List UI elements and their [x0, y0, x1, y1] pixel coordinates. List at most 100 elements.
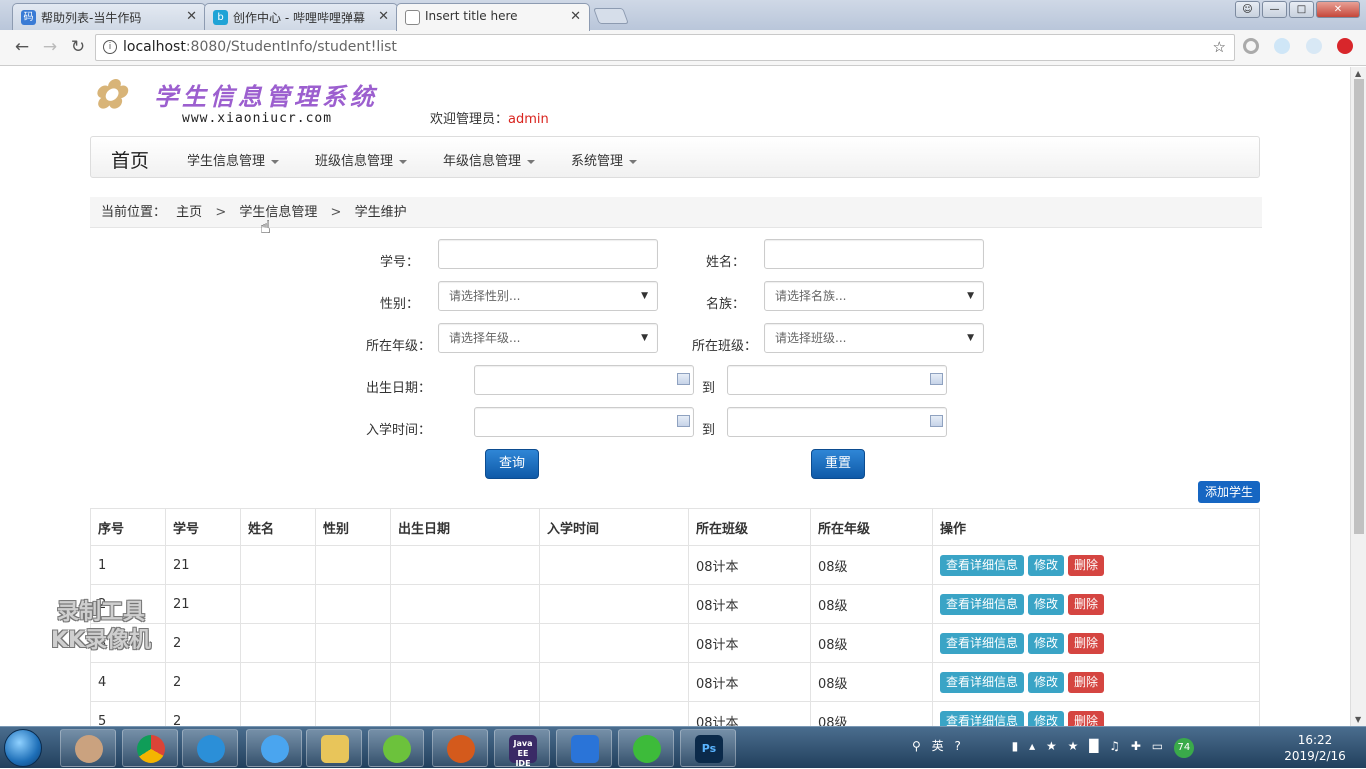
grade-select[interactable]: 请选择年级... ▼	[438, 323, 658, 353]
back-icon[interactable]: ←	[10, 37, 34, 57]
delete-button[interactable]: 删除	[1068, 593, 1105, 615]
battery-icon[interactable]: ▮	[1012, 739, 1019, 753]
nav-menu-system[interactable]: 系统管理	[571, 150, 638, 169]
class-select[interactable]: 请选择班级... ▼	[764, 323, 984, 353]
extension-cloud-icon[interactable]	[1306, 38, 1322, 54]
enroll-label: 入学时间：	[366, 423, 432, 438]
tray-badge[interactable]: 74	[1173, 738, 1194, 758]
volume-icon[interactable]: ♫	[1109, 739, 1120, 753]
enroll-end-input[interactable]	[727, 407, 947, 437]
user-icon[interactable]: ☺	[1235, 1, 1260, 18]
birth-end-input[interactable]	[727, 365, 947, 395]
ethnic-label: 名族：	[706, 297, 746, 312]
view-detail-button[interactable]: 查看详细信息	[940, 593, 1025, 615]
gender-select[interactable]: 请选择性别... ▼	[438, 281, 658, 311]
clipboard-icon[interactable]: ▭	[1152, 739, 1163, 753]
start-button[interactable]	[4, 729, 42, 767]
taskbar-app-photoshop[interactable]: Ps	[680, 729, 736, 767]
enroll-start-input[interactable]	[474, 407, 694, 437]
reset-button[interactable]: 重置	[811, 449, 865, 479]
cell-name	[240, 545, 316, 585]
nav-menu-grade[interactable]: 年级信息管理	[443, 150, 536, 169]
taskbar-app-eclipse[interactable]: Java EE IDE	[494, 729, 550, 768]
taskbar-app-cloud[interactable]	[246, 729, 302, 767]
dropdown-arrow-icon: ▼	[967, 333, 974, 343]
view-detail-button[interactable]: 查看详细信息	[940, 710, 1025, 726]
forward-icon[interactable]: →	[38, 37, 62, 57]
edit-button[interactable]: 修改	[1028, 710, 1065, 726]
close-icon[interactable]: ✕	[378, 9, 389, 24]
extension-circle-icon[interactable]	[1243, 38, 1259, 54]
delete-button[interactable]: 删除	[1068, 671, 1105, 693]
taskbar-app-chrome[interactable]	[122, 729, 178, 767]
taskbar-app-wechat[interactable]	[618, 729, 674, 767]
signal-icon[interactable]: █	[1089, 739, 1098, 753]
arrow-up-icon[interactable]: ▴	[1029, 739, 1035, 753]
name-input[interactable]	[764, 239, 984, 269]
taskbar-app-avatar[interactable]	[60, 729, 116, 767]
calendar-icon[interactable]	[930, 373, 943, 385]
taskbar-app-contacts[interactable]	[182, 729, 238, 767]
calendar-icon[interactable]	[930, 415, 943, 427]
taskbar-app-wps[interactable]	[556, 729, 612, 767]
add-student-button[interactable]: 添加学生	[1198, 481, 1260, 503]
edit-button[interactable]: 修改	[1028, 593, 1065, 615]
calendar-icon[interactable]	[677, 373, 690, 385]
address-bar[interactable]: i localhost:8080/StudentInfo/student!lis…	[95, 34, 1235, 61]
scroll-down-icon[interactable]: ▼	[1355, 715, 1361, 724]
close-icon[interactable]: ✕	[186, 9, 197, 24]
star-tray-icon[interactable]: ★	[1046, 739, 1057, 753]
view-detail-button[interactable]: 查看详细信息	[940, 554, 1025, 576]
close-icon[interactable]: ✕	[570, 9, 581, 24]
ethnic-select[interactable]: 请选择名族... ▼	[764, 281, 984, 311]
input-language[interactable]: 英	[932, 739, 944, 753]
delete-button[interactable]: 删除	[1068, 632, 1105, 654]
logo-mark-icon: ✿	[92, 71, 126, 118]
minimize-icon[interactable]: —	[1262, 1, 1287, 18]
new-tab-button[interactable]	[593, 8, 629, 24]
welcome-label: 欢迎管理员：	[430, 112, 509, 127]
edit-button[interactable]: 修改	[1028, 632, 1065, 654]
help-icon[interactable]: ?	[954, 739, 960, 753]
nav-home[interactable]: 首页	[111, 146, 149, 173]
view-detail-button[interactable]: 查看详细信息	[940, 671, 1025, 693]
taskbar-app-explorer[interactable]	[306, 729, 362, 767]
scroll-up-icon[interactable]: ▲	[1355, 69, 1361, 78]
browser-tab-active[interactable]: Insert title here ✕	[396, 3, 590, 31]
taskbar-app-green[interactable]	[368, 729, 424, 767]
calendar-icon[interactable]	[677, 415, 690, 427]
nav-menu-student[interactable]: 学生信息管理	[187, 150, 280, 169]
delete-button[interactable]: 删除	[1068, 710, 1105, 726]
star-tray-icon[interactable]: ★	[1068, 739, 1079, 753]
browser-tab-help[interactable]: 码 帮助列表-当牛作码 ✕	[12, 3, 206, 30]
browser-tab-bilibili[interactable]: b 创作中心 - 哔哩哔哩弹幕 ✕	[204, 3, 398, 30]
breadcrumb-home[interactable]: 主页	[176, 205, 202, 220]
view-detail-button[interactable]: 查看详细信息	[940, 632, 1025, 654]
security-icon[interactable]: ✚	[1131, 739, 1141, 753]
extension-adblock-icon[interactable]	[1337, 38, 1353, 54]
page-scrollbar[interactable]: ▲ ▼	[1350, 67, 1366, 726]
edit-button[interactable]: 修改	[1028, 671, 1065, 693]
cell-no: 21	[165, 584, 241, 624]
clock[interactable]: 16:22 2019/2/16	[1280, 732, 1350, 764]
cell-birth	[390, 545, 540, 585]
breadcrumb-student-info[interactable]: 学生信息管理	[239, 205, 317, 220]
query-button[interactable]: 查询	[485, 449, 539, 479]
edit-button[interactable]: 修改	[1028, 554, 1065, 576]
maximize-icon[interactable]: □	[1289, 1, 1314, 18]
student-no-input[interactable]	[438, 239, 658, 269]
reload-icon[interactable]: ↻	[66, 37, 90, 57]
delete-button[interactable]: 删除	[1068, 554, 1105, 576]
info-icon[interactable]: i	[103, 40, 117, 54]
taskbar-app-recorder[interactable]	[432, 729, 488, 767]
search-tray-icon[interactable]: ⚲	[912, 739, 921, 753]
browser-toolbar: ← → ↻ i localhost:8080/StudentInfo/stude…	[0, 30, 1366, 66]
nav-menu-class[interactable]: 班级信息管理	[315, 150, 408, 169]
extension-globe-icon[interactable]	[1274, 38, 1290, 54]
bookmark-star-icon[interactable]: ☆	[1213, 35, 1226, 60]
scrollbar-thumb[interactable]	[1354, 79, 1364, 534]
cell-class: 08计本	[688, 701, 811, 726]
watermark-line1: 录制工具	[56, 600, 145, 625]
close-window-icon[interactable]: ✕	[1316, 1, 1360, 18]
birth-start-input[interactable]	[474, 365, 694, 395]
